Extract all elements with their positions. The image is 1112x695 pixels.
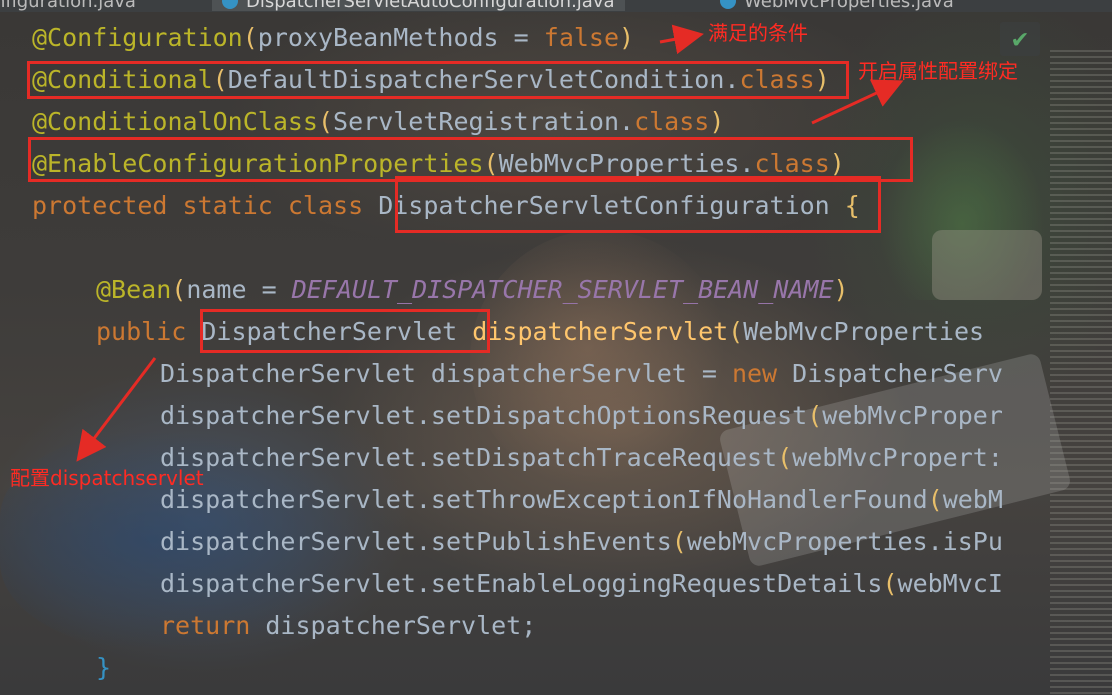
arrow-binding [811,79,904,125]
note-binding: 开启属性配置绑定 [858,59,1018,83]
arrow-conditions [659,24,704,55]
arrow-configure [76,357,157,462]
note-conditions: 满足的条件 [708,21,808,45]
note-configure: 配置dispatchservlet [10,466,204,490]
annotation-arrows [76,24,904,462]
